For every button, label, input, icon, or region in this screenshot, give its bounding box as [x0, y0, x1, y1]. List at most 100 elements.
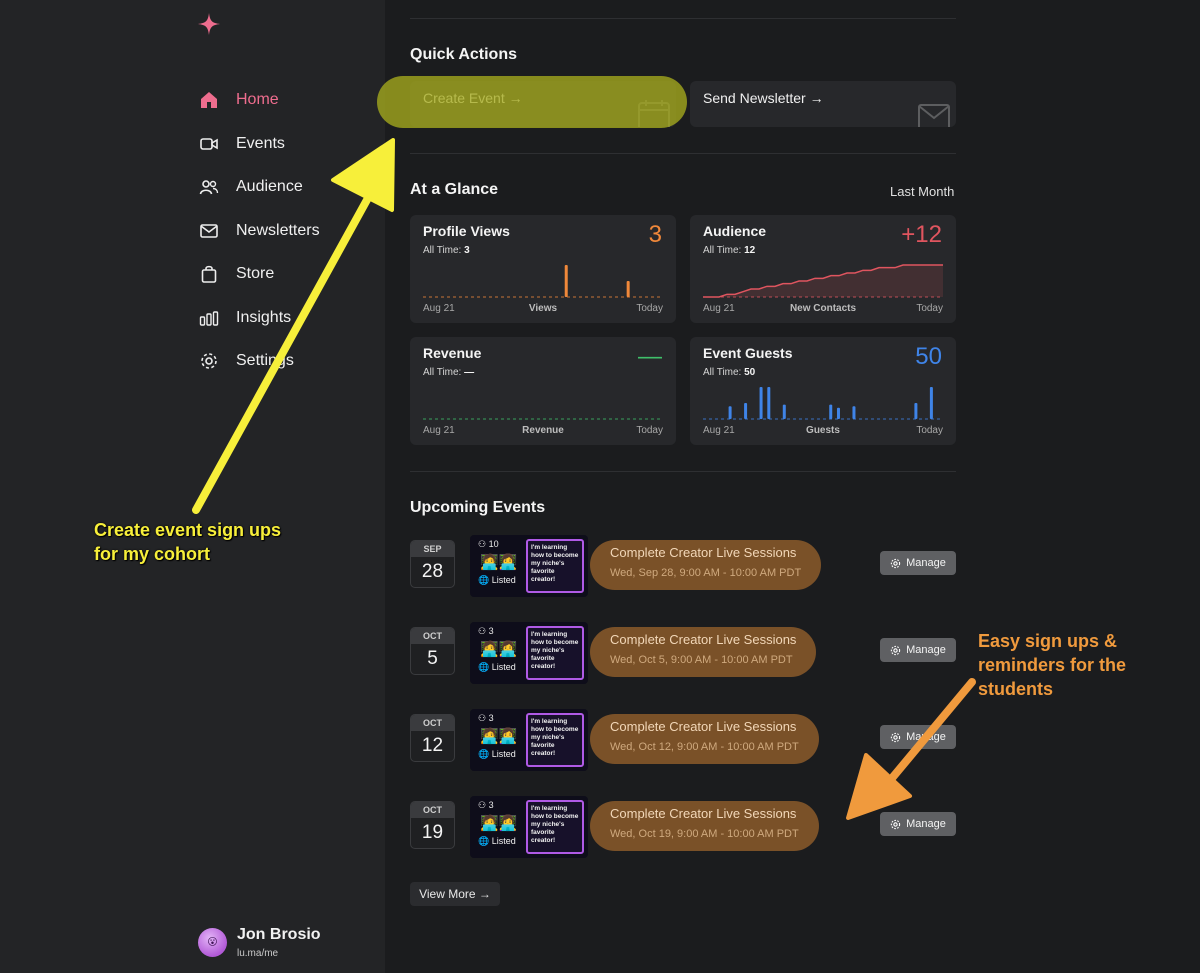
gear-icon — [198, 350, 220, 372]
gear-icon — [890, 819, 901, 829]
gear-icon — [890, 558, 901, 568]
stat-title: Revenue — [423, 345, 482, 361]
stat-chart — [423, 418, 663, 420]
manage-button[interactable]: Manage — [880, 812, 956, 836]
gear-icon — [890, 645, 901, 655]
chart-bar — [728, 406, 732, 419]
chart-bar — [782, 404, 786, 419]
event-title-link[interactable]: Complete Creator Live Sessions Wed, Sep 2… — [590, 540, 822, 590]
stat-title: Event Guests — [703, 345, 793, 361]
event-title: Complete Creator Live Sessions — [610, 806, 797, 821]
listed-badge: 🌐 Listed — [478, 836, 516, 847]
stat-chart — [423, 265, 663, 298]
chart-bar — [744, 403, 748, 419]
thumb-info: ⚇ 3 🧑‍💻👩‍💻 🌐 Listed — [476, 713, 526, 767]
sidebar-item-audience[interactable]: Audience — [198, 173, 303, 201]
thumb-caption: I'm learning how to become my niche's fa… — [526, 539, 584, 593]
listed-label: Listed — [491, 662, 516, 672]
stat-end: Today — [636, 425, 663, 436]
sidebar: Home Events Audience Newsletters Store I… — [0, 0, 385, 973]
send-newsletter-label: Send Newsletter → — [703, 90, 824, 106]
stat-chart — [703, 387, 943, 420]
stat-card-event-guests[interactable]: Event Guests All Time: 50 50 Aug 21 Gues… — [690, 337, 956, 445]
event-thumbnail[interactable]: ⚇ 3 🧑‍💻👩‍💻 🌐 Listed I'm learning how to bec… — [470, 709, 588, 771]
event-title-link[interactable]: Complete Creator Live Sessions Wed, Oct 1… — [590, 714, 819, 764]
faces-emoji-icon: 🧑‍💻👩‍💻 — [480, 641, 518, 658]
stat-card-profile-views[interactable]: Profile Views All Time: 3 3 Aug 21 Views… — [410, 215, 676, 323]
thumb-caption: I'm learning how to become my niche's fa… — [526, 626, 584, 680]
event-day: 5 — [427, 648, 438, 669]
sidebar-item-newsletters[interactable]: Newsletters — [198, 217, 320, 245]
stat-metric: New Contacts — [789, 303, 857, 314]
chart-bar — [564, 265, 568, 297]
event-title-link[interactable]: Complete Creator Live Sessions Wed, Oct 5… — [590, 627, 817, 677]
sidebar-item-events[interactable]: Events — [198, 130, 285, 158]
guests-icon: ⚇ — [478, 800, 487, 810]
faces-emoji-icon: 🧑‍💻👩‍💻 — [480, 554, 518, 571]
thumb-info: ⚇ 3 🧑‍💻👩‍💻 🌐 Listed — [476, 800, 526, 854]
guest-count: ⚇ 10 — [478, 539, 499, 550]
divider — [410, 18, 956, 19]
guests-icon: ⚇ — [478, 713, 487, 723]
event-month: OCT — [411, 715, 454, 731]
sidebar-item-insights[interactable]: Insights — [198, 304, 291, 332]
thumb-info: ⚇ 10 🧑‍💻👩‍💻 🌐 Listed — [476, 539, 526, 593]
guest-count-value: 10 — [488, 539, 499, 549]
stat-card-audience[interactable]: Audience All Time: 12 +12 Aug 21 New Con… — [690, 215, 956, 323]
guest-count: ⚇ 3 — [478, 713, 494, 724]
manage-label: Manage — [906, 818, 946, 830]
bag-icon — [198, 263, 220, 285]
listed-label: Listed — [491, 836, 516, 846]
stat-card-revenue[interactable]: Revenue All Time: — — Aug 21 Revenue Tod… — [410, 337, 676, 445]
stat-title: Profile Views — [423, 223, 510, 239]
event-row[interactable]: OCT 12 ⚇ 3 🧑‍💻👩‍💻 🌐 Listed I'm learning how t… — [410, 709, 956, 776]
divider — [410, 471, 956, 472]
manage-button[interactable]: Manage — [880, 551, 956, 575]
faces-emoji-icon: 🧑‍💻👩‍💻 — [480, 815, 518, 832]
listed-label: Listed — [491, 749, 516, 759]
profile[interactable]: 😮 Jon Brosio lu.ma/me — [198, 926, 321, 959]
event-thumbnail[interactable]: ⚇ 3 🧑‍💻👩‍💻 🌐 Listed I'm learning how to bec… — [470, 796, 588, 858]
guest-count-value: 3 — [488, 800, 494, 810]
sidebar-item-label: Settings — [236, 352, 294, 369]
event-thumbnail[interactable]: ⚇ 10 🧑‍💻👩‍💻 🌐 Listed I'm learning how to be… — [470, 535, 588, 597]
guest-count: ⚇ 3 — [478, 626, 494, 637]
send-newsletter-button[interactable]: Send Newsletter → — [690, 81, 956, 127]
sidebar-item-store[interactable]: Store — [198, 260, 274, 288]
event-row[interactable]: OCT 19 ⚇ 3 🧑‍💻👩‍💻 🌐 Listed I'm learning how t… — [410, 796, 956, 863]
stat-title: Audience — [703, 223, 767, 239]
sidebar-item-settings[interactable]: Settings — [198, 347, 294, 375]
video-icon — [198, 133, 220, 155]
luma-logo-icon[interactable] — [197, 12, 221, 36]
globe-icon: 🌐 — [478, 662, 490, 672]
stat-value: +12 — [901, 221, 942, 248]
event-row[interactable]: OCT 5 ⚇ 3 🧑‍💻👩‍💻 🌐 Listed I'm learning how to… — [410, 622, 956, 689]
gear-icon — [890, 732, 901, 742]
create-event-button[interactable]: Create Event → — [410, 81, 676, 127]
event-row[interactable]: SEP 28 ⚇ 10 🧑‍💻👩‍💻 🌐 Listed I'm learning how … — [410, 535, 956, 602]
faces-emoji-icon: 🧑‍💻👩‍💻 — [480, 728, 518, 745]
thumb-info: ⚇ 3 🧑‍💻👩‍💻 🌐 Listed — [476, 626, 526, 680]
chart-bar — [759, 387, 763, 419]
thumb-caption: I'm learning how to become my niche's fa… — [526, 713, 584, 767]
sidebar-item-label: Insights — [236, 309, 292, 326]
manage-button[interactable]: Manage — [880, 725, 956, 749]
globe-icon: 🌐 — [478, 575, 490, 585]
event-thumbnail[interactable]: ⚇ 3 🧑‍💻👩‍💻 🌐 Listed I'm learning how to bec… — [470, 622, 588, 684]
view-more-button[interactable]: View More → — [410, 882, 500, 906]
sidebar-item-label: Store — [236, 265, 275, 282]
sidebar-item-label: Home — [236, 91, 279, 108]
sidebar-item-home[interactable]: Home — [198, 86, 279, 114]
manage-button[interactable]: Manage — [880, 638, 956, 662]
listed-label: Listed — [491, 575, 516, 585]
event-time: Wed, Sep 28, 9:00 AM - 10:00 AM PDT — [610, 567, 802, 579]
event-day: 19 — [421, 822, 444, 843]
event-month: OCT — [411, 802, 454, 818]
glance-range-select[interactable]: Last Month — [890, 184, 954, 199]
guest-count: ⚇ 3 — [478, 800, 494, 811]
create-event-label: Create Event → — [423, 90, 523, 106]
annotation-reminders: Easy sign ups & reminders for the studen… — [978, 631, 1127, 699]
event-day: 28 — [421, 561, 444, 582]
event-title-link[interactable]: Complete Creator Live Sessions Wed, Oct 1… — [590, 801, 819, 851]
event-date: OCT 5 — [410, 627, 455, 675]
